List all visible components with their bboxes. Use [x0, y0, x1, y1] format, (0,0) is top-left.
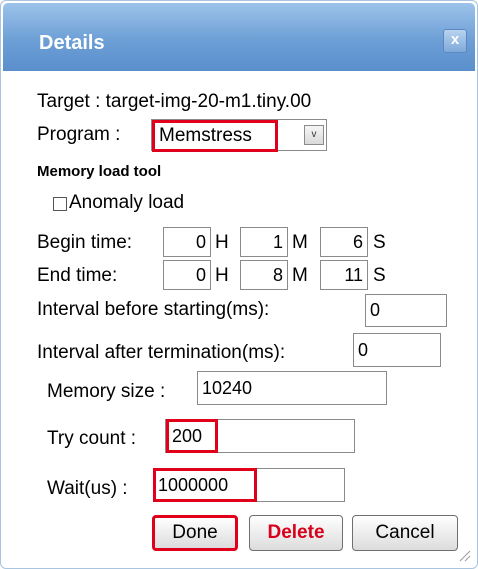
begin-hours-unit: H	[215, 232, 229, 253]
end-seconds-unit: S	[373, 265, 386, 286]
program-label: Program :	[37, 124, 121, 145]
wait-value: 1000000	[153, 468, 257, 502]
try-count-input[interactable]: 200	[165, 419, 355, 453]
end-hours-unit: H	[215, 265, 229, 286]
anomaly-load-checkbox[interactable]	[53, 197, 67, 211]
begin-time-label: Begin time:	[37, 232, 133, 253]
try-count-label: Try count :	[47, 428, 137, 449]
end-time-label: End time:	[37, 265, 118, 286]
cancel-button[interactable]: Cancel	[352, 515, 458, 551]
delete-button[interactable]: Delete	[249, 515, 343, 551]
interval-before-label: Interval before starting(ms):	[37, 299, 270, 320]
memory-size-label: Memory size :	[47, 381, 166, 402]
end-minutes-input[interactable]: 8	[240, 260, 288, 290]
interval-before-input[interactable]: 0	[365, 294, 447, 327]
begin-minutes-input[interactable]: 1	[240, 227, 288, 257]
chevron-down-icon[interactable]: v	[304, 125, 324, 145]
target-label: Target : target-img-20-m1.tiny.00	[37, 91, 312, 112]
close-icon[interactable]: x	[443, 29, 467, 53]
done-button[interactable]: Done	[152, 515, 238, 551]
details-dialog: Details x Target : target-img-20-m1.tiny…	[0, 0, 478, 569]
try-count-value: 200	[166, 419, 218, 453]
wait-label: Wait(us) :	[47, 478, 128, 499]
end-hours-input[interactable]: 0	[163, 260, 211, 290]
dialog-title-bar[interactable]: Details x	[3, 3, 475, 71]
anomaly-load-label: Anomaly load	[69, 192, 185, 213]
interval-after-input[interactable]: 0	[353, 333, 441, 367]
memory-size-input[interactable]: 10240	[197, 371, 387, 405]
begin-seconds-input[interactable]: 6	[320, 227, 368, 257]
end-seconds-input[interactable]: 11	[320, 260, 368, 290]
wait-input[interactable]: 1000000	[153, 468, 345, 502]
section-title: Memory load tool	[37, 163, 162, 180]
end-minutes-unit: M	[292, 265, 308, 286]
interval-after-label: Interval after termination(ms):	[37, 342, 286, 363]
begin-hours-input[interactable]: 0	[163, 227, 211, 257]
resize-grip-icon[interactable]	[457, 548, 471, 562]
program-select-value[interactable]: Memstress	[152, 120, 278, 152]
begin-minutes-unit: M	[292, 232, 308, 253]
program-select[interactable]: Memstress v	[151, 119, 327, 152]
begin-seconds-unit: S	[373, 232, 386, 253]
dialog-title: Details	[39, 32, 105, 54]
